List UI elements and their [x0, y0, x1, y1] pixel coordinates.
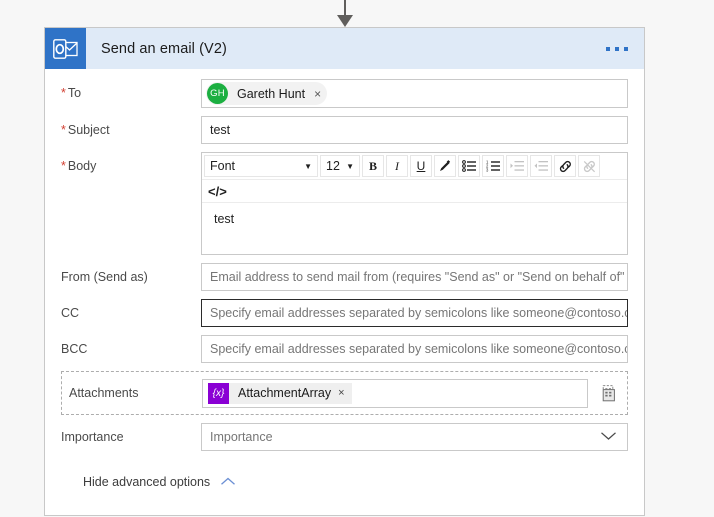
field-row-from: From (Send as) Email address to send mai… — [61, 263, 628, 291]
font-size-value: 12 — [326, 159, 340, 173]
rich-text-toolbar: Font ▼ 12 ▼ B I U 1 2 3 — [202, 153, 627, 180]
recipient-chip[interactable]: GH Gareth Hunt × — [206, 82, 328, 105]
underline-button[interactable]: U — [410, 155, 432, 177]
remove-recipient-icon[interactable]: × — [314, 88, 321, 100]
field-control-bcc: Specify email addresses separated by sem… — [201, 335, 628, 363]
chevron-down-icon — [600, 431, 617, 444]
code-view-button[interactable]: </> — [202, 180, 627, 203]
bcc-placeholder: Specify email addresses separated by sem… — [210, 342, 628, 356]
required-asterisk: * — [61, 86, 66, 100]
ellipsis-icon[interactable] — [604, 41, 630, 57]
field-label-from: From (Send as) — [61, 270, 148, 284]
rich-text-editor: Font ▼ 12 ▼ B I U 1 2 3 </> test — [201, 152, 628, 255]
field-control-body: Font ▼ 12 ▼ B I U 1 2 3 </> test — [201, 152, 628, 255]
field-control-subject: test — [201, 116, 628, 144]
field-label-subject: * Subject — [61, 116, 201, 138]
indent-increase-icon — [506, 155, 528, 177]
field-label-subject-text: Subject — [67, 123, 110, 137]
attachment-token-chip[interactable]: {x} AttachmentArray × — [208, 382, 352, 404]
importance-dropdown[interactable]: Importance — [201, 423, 628, 451]
outlook-icon — [45, 28, 86, 69]
field-row-attachments: Attachments {x} AttachmentArray × — [61, 371, 628, 415]
bold-button[interactable]: B — [362, 155, 384, 177]
page-title: Send an email (V2) — [101, 40, 227, 57]
importance-placeholder: Importance — [210, 430, 273, 444]
subject-input[interactable]: test — [201, 116, 628, 144]
indent-decrease-icon — [530, 155, 552, 177]
cc-placeholder: Specify email addresses separated by sem… — [210, 306, 628, 320]
field-label-importance: Importance — [61, 430, 124, 444]
hide-advanced-options-button[interactable]: Hide advanced options — [83, 475, 236, 489]
field-control-from: Email address to send mail from (require… — [201, 263, 628, 291]
field-label-body-text: Body — [67, 159, 97, 173]
font-family-value: Font — [210, 159, 236, 173]
from-placeholder: Email address to send mail from (require… — [210, 270, 627, 284]
remove-token-icon[interactable]: × — [338, 387, 344, 399]
required-asterisk: * — [61, 123, 66, 137]
send-email-action-card: Send an email (V2) *To GH Gareth Hunt × — [44, 27, 645, 516]
numbered-list-icon[interactable]: 1 2 3 — [482, 155, 504, 177]
italic-button[interactable]: I — [386, 155, 408, 177]
field-label-body: * Body — [61, 152, 201, 174]
from-input[interactable]: Email address to send mail from (require… — [201, 263, 628, 291]
field-row-cc: CC Specify email addresses separated by … — [61, 299, 628, 327]
link-icon[interactable] — [554, 155, 576, 177]
field-label-bcc: BCC — [61, 342, 88, 356]
ellipsis-dot — [606, 46, 610, 51]
card-header[interactable]: Send an email (V2) — [45, 28, 644, 69]
required-asterisk: * — [61, 159, 66, 173]
hide-advanced-options-label: Hide advanced options — [83, 475, 211, 489]
field-label-to-text: To — [67, 86, 82, 100]
chevron-up-icon — [220, 475, 236, 489]
ellipsis-dot — [615, 46, 619, 51]
body-content[interactable]: test — [202, 203, 627, 254]
font-size-dropdown[interactable]: 12 ▼ — [320, 155, 360, 177]
field-label-to: * To — [61, 79, 201, 101]
field-row-subject: * Subject test — [61, 116, 628, 144]
attachment-token-label: AttachmentArray — [238, 386, 332, 400]
cc-input[interactable]: Specify email addresses separated by sem… — [201, 299, 628, 327]
recipient-name: Gareth Hunt — [237, 86, 306, 101]
chevron-down-icon: ▼ — [304, 161, 312, 171]
grid-icon[interactable] — [597, 384, 619, 402]
font-family-dropdown[interactable]: Font ▼ — [204, 155, 318, 177]
attachments-input[interactable]: {x} AttachmentArray × — [202, 378, 588, 408]
variable-token-icon: {x} — [208, 382, 229, 404]
field-row-bcc: BCC Specify email addresses separated by… — [61, 335, 628, 363]
pen-icon[interactable] — [434, 155, 456, 177]
field-label-attachments: Attachments — [69, 385, 139, 400]
field-control-to: GH Gareth Hunt × — [201, 79, 628, 108]
bulleted-list-icon[interactable] — [458, 155, 480, 177]
card-body: * To GH Gareth Hunt × * Subject test * B… — [45, 69, 644, 515]
field-row-body: * Body Font ▼ 12 ▼ B I U 1 2 3 </> test — [61, 152, 628, 255]
field-row-importance: Importance Importance — [61, 423, 628, 451]
ellipsis-dot — [624, 46, 628, 51]
flow-connector-arrow — [337, 0, 353, 27]
svg-text:3: 3 — [486, 168, 489, 172]
chevron-down-icon: ▼ — [346, 161, 354, 171]
unlink-icon — [578, 155, 600, 177]
field-row-to: * To GH Gareth Hunt × — [61, 79, 628, 108]
field-control-importance: Importance — [201, 423, 628, 451]
field-label-cc: CC — [61, 306, 80, 320]
to-input[interactable]: GH Gareth Hunt × — [201, 79, 628, 108]
field-control-cc: Specify email addresses separated by sem… — [201, 299, 628, 327]
avatar: GH — [207, 83, 228, 104]
bcc-input[interactable]: Specify email addresses separated by sem… — [201, 335, 628, 363]
